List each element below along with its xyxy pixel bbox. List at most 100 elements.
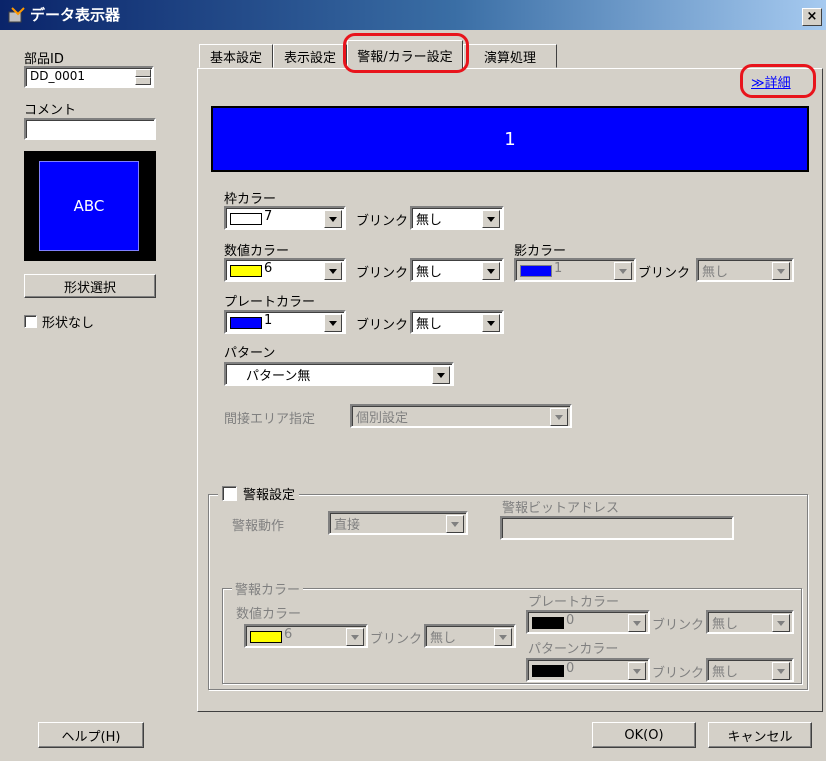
tab-display[interactable]: 表示設定 (273, 44, 347, 68)
alarm-plate-blink-label: ブリンク (652, 618, 705, 633)
number-color-select[interactable]: 6 (224, 258, 346, 282)
comment-input[interactable] (24, 118, 156, 140)
plate-blink-select[interactable]: 無し (410, 310, 504, 334)
alarm-plate-color-select[interactable]: 0 (526, 610, 650, 634)
title-bar: データ表示器 × (0, 0, 826, 30)
chevron-down-icon[interactable] (494, 628, 512, 646)
detail-highlight-circle (740, 64, 816, 98)
tab-calculation[interactable]: 演算処理 (463, 44, 557, 68)
chevron-down-icon[interactable] (346, 628, 364, 646)
alarm-plate-blink-select[interactable]: 無し (706, 610, 794, 634)
window-title: データ表示器 (30, 6, 121, 24)
alarm-action-label: 警報動作 (232, 519, 285, 534)
no-shape-label: 形状なし (42, 316, 95, 331)
plate-blink-value: 無し (416, 317, 443, 332)
number-color-value: 6 (264, 261, 273, 276)
alarm-number-blink-label: ブリンク (370, 632, 423, 647)
chevron-down-icon[interactable] (628, 614, 646, 632)
chevron-down-icon[interactable] (324, 314, 342, 332)
tab-basic[interactable]: 基本設定 (199, 44, 273, 68)
part-id-spinner[interactable] (135, 69, 151, 85)
chevron-down-icon[interactable] (482, 314, 500, 332)
shadow-color-value: 1 (554, 261, 563, 276)
alarm-number-color-select[interactable]: 6 (244, 624, 368, 648)
alarm-plate-color-value: 0 (566, 613, 575, 628)
cancel-button[interactable]: キャンセル (708, 722, 812, 748)
alarm-pattern-blink-value: 無し (712, 665, 739, 680)
shape-preview: ABC (24, 151, 156, 261)
plate-color-swatch (230, 317, 262, 329)
chevron-down-icon[interactable] (324, 210, 342, 228)
frame-color-select[interactable]: 7 (224, 206, 346, 230)
shadow-color-select[interactable]: 1 (514, 258, 636, 282)
alarm-checkbox-label: 警報設定 (243, 488, 296, 503)
plate-color-label: プレートカラー (224, 295, 316, 310)
number-blink-select[interactable]: 無し (410, 258, 504, 282)
alarm-action-select[interactable]: 直接 (328, 511, 468, 535)
alarm-pattern-color-value: 0 (566, 661, 575, 676)
alarm-pattern-color-swatch (532, 665, 564, 677)
part-id-value: DD_0001 (30, 69, 86, 83)
frame-color-label: 枠カラー (224, 192, 277, 207)
chevron-down-icon[interactable] (772, 262, 790, 280)
chevron-down-icon[interactable] (324, 262, 342, 280)
alarm-number-color-value: 6 (284, 627, 293, 642)
alarm-color-group-label: 警報カラー (232, 579, 304, 598)
alarm-checkbox[interactable] (222, 486, 237, 501)
frame-blink-label: ブリンク (356, 214, 409, 229)
ok-button[interactable]: OK(O) (592, 722, 696, 748)
frame-blink-value: 無し (416, 213, 443, 228)
alarm-pattern-color-label: パターンカラー (528, 642, 619, 657)
number-blink-value: 無し (416, 265, 443, 280)
preview-text: ABC (39, 161, 139, 251)
alarm-plate-blink-value: 無し (712, 617, 739, 632)
alarm-number-blink-value: 無し (430, 631, 457, 646)
frame-color-value: 7 (264, 209, 273, 224)
alarm-pattern-blink-select[interactable]: 無し (706, 658, 794, 682)
number-color-label: 数値カラー (224, 244, 290, 259)
alarm-pattern-blink-label: ブリンク (652, 666, 705, 681)
alarm-plate-color-label: プレートカラー (528, 595, 620, 610)
pattern-label: パターン (224, 346, 276, 361)
comment-label: コメント (24, 103, 77, 118)
alarm-bit-address-field[interactable] (500, 516, 734, 540)
pattern-select[interactable]: パターン無 (224, 362, 454, 386)
number-color-swatch (230, 265, 262, 277)
chevron-down-icon[interactable] (772, 662, 790, 680)
alarm-plate-color-swatch (532, 617, 564, 629)
shadow-blink-value: 無し (702, 265, 729, 280)
chevron-down-icon[interactable] (482, 210, 500, 228)
number-blink-label: ブリンク (356, 266, 409, 281)
chevron-down-icon[interactable] (482, 262, 500, 280)
chevron-down-icon[interactable] (550, 408, 568, 426)
help-button[interactable]: ヘルプ(H) (38, 722, 144, 748)
part-id-field[interactable]: DD_0001 (24, 66, 154, 88)
no-shape-checkbox[interactable] (24, 315, 37, 328)
frame-blink-select[interactable]: 無し (410, 206, 504, 230)
shadow-blink-select[interactable]: 無し (696, 258, 794, 282)
part-id-label: 部品ID (24, 52, 64, 67)
pattern-value: パターン無 (246, 369, 311, 384)
alarm-number-color-label: 数値カラー (236, 607, 302, 622)
close-button[interactable]: × (802, 8, 822, 26)
alarm-groupbox-header: 警報設定 (218, 484, 300, 503)
alarm-bit-address-label: 警報ビットアドレス (502, 501, 620, 516)
chevron-down-icon[interactable] (432, 366, 450, 384)
chevron-down-icon[interactable] (772, 614, 790, 632)
alarm-pattern-color-select[interactable]: 0 (526, 658, 650, 682)
indirect-area-select[interactable]: 個別設定 (350, 404, 572, 428)
plate-color-select[interactable]: 1 (224, 310, 346, 334)
shadow-color-swatch (520, 265, 552, 277)
chevron-down-icon[interactable] (614, 262, 632, 280)
shadow-color-label: 影カラー (514, 244, 567, 259)
plate-color-value: 1 (264, 313, 273, 328)
display-preview: 1 (211, 106, 809, 172)
indirect-area-value: 個別設定 (356, 411, 409, 426)
tab-highlight-circle (343, 33, 469, 73)
chevron-down-icon[interactable] (446, 515, 464, 533)
chevron-down-icon[interactable] (628, 662, 646, 680)
alarm-action-value: 直接 (334, 518, 361, 533)
alarm-number-blink-select[interactable]: 無し (424, 624, 516, 648)
shape-select-button[interactable]: 形状選択 (24, 274, 156, 298)
indirect-area-label: 間接エリア指定 (224, 412, 316, 427)
